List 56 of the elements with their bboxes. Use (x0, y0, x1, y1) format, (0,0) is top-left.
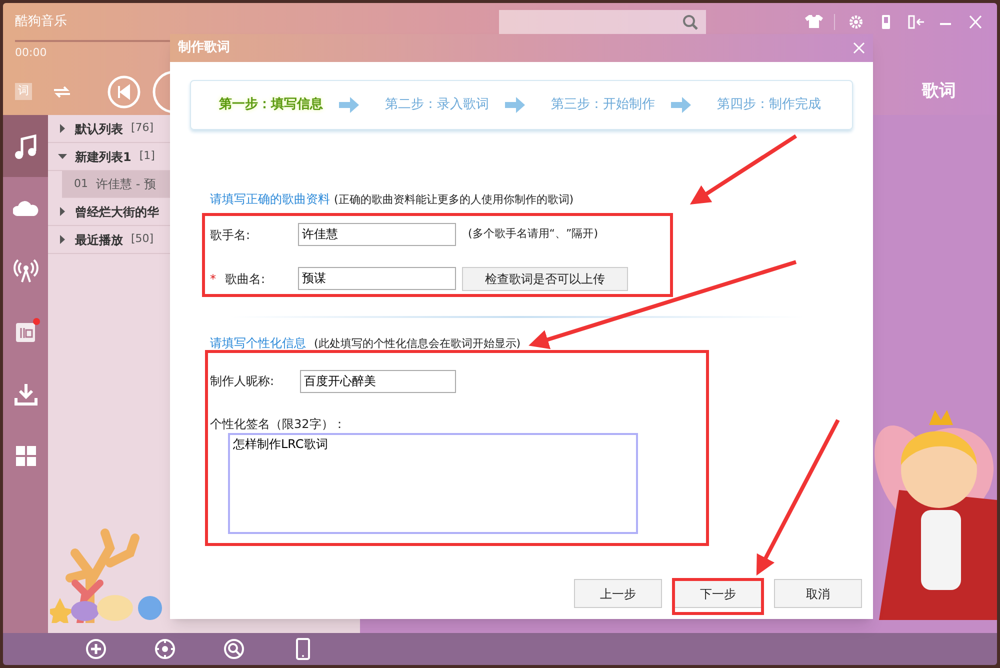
playlist-name: 新建列表1 (75, 148, 132, 166)
app-title: 酷狗音乐 (15, 13, 68, 32)
signature-textarea[interactable]: 怎样制作LRC歌词 (228, 433, 638, 534)
nav-item[interactable] (3, 115, 48, 177)
repeat-icon[interactable] (52, 84, 72, 100)
add-icon[interactable] (85, 638, 107, 660)
section-title: 请填写个性化信息 (210, 334, 306, 352)
step-label: 第四步：制作完成 (717, 96, 821, 114)
section-note: (此处填写的个性化信息会在歌词开始显示) (314, 336, 521, 352)
check-lyrics-button[interactable]: 检查歌词是否可以上传 (462, 266, 628, 290)
cancel-button[interactable]: 取消 (774, 579, 862, 608)
collapsed-arrow-icon (58, 207, 67, 216)
track-count: [50] (131, 231, 154, 248)
collapsed-arrow-icon (58, 124, 67, 133)
music-note-icon (12, 133, 38, 159)
arrow-icon (505, 97, 525, 113)
lyrics-panel-title: 歌词 (922, 80, 956, 103)
skin-icon[interactable] (804, 13, 823, 31)
download-icon (12, 381, 38, 407)
time-label: 00:00 (15, 45, 47, 61)
track-number: 01 (74, 176, 88, 192)
step-label: 第三步：开始制作 (551, 96, 655, 114)
playlist-name: 曾经烂大街的华 (75, 204, 159, 220)
dialog-title: 制作歌词 (178, 39, 231, 58)
mini-mode-icon[interactable] (906, 13, 925, 31)
field-label: 制作人昵称: (210, 373, 276, 390)
locate-icon[interactable] (154, 638, 176, 660)
previous-step-button[interactable]: 上一步 (574, 579, 662, 608)
section-title: 请填写正确的歌曲资料 (210, 191, 330, 208)
search-icon (682, 14, 698, 30)
track-count: [76] (131, 120, 154, 136)
track-count: [1] (139, 148, 155, 164)
search-field[interactable] (498, 10, 706, 34)
arrow-icon (339, 97, 359, 113)
arrow-icon (671, 97, 691, 113)
close-icon[interactable] (853, 42, 865, 54)
nickname-input[interactable]: 百度开心醉美 (300, 370, 456, 392)
playlist-name: 默认列表 (75, 120, 123, 138)
collapsed-arrow-icon (58, 235, 67, 244)
playlist-name: 最近播放 (75, 232, 123, 248)
singer-input[interactable]: 许佳慧 (298, 223, 456, 246)
next-step-button[interactable]: 下一步 (674, 579, 762, 608)
field-hint: (多个歌手名请用“、”隔开) (468, 226, 598, 242)
required-mark: * (210, 270, 217, 288)
track-title: 许佳慧 - 预 (96, 176, 156, 193)
search-icon[interactable] (223, 638, 245, 660)
section-note: (正确的歌曲资料能让更多的人使用你制作的歌词) (334, 192, 574, 208)
step-label: 第一步：填写信息 (219, 96, 323, 114)
previous-button[interactable] (107, 74, 141, 108)
expanded-arrow-icon (58, 152, 67, 161)
field-label: 个性化签名（限32字）： (210, 416, 346, 433)
radio-tower-icon (12, 257, 38, 283)
song-input[interactable]: 预谋 (298, 267, 456, 290)
field-label: 歌手名: (210, 226, 252, 244)
field-label: 歌曲名: (225, 270, 266, 288)
step-label: 第二步：录入歌词 (385, 96, 489, 114)
